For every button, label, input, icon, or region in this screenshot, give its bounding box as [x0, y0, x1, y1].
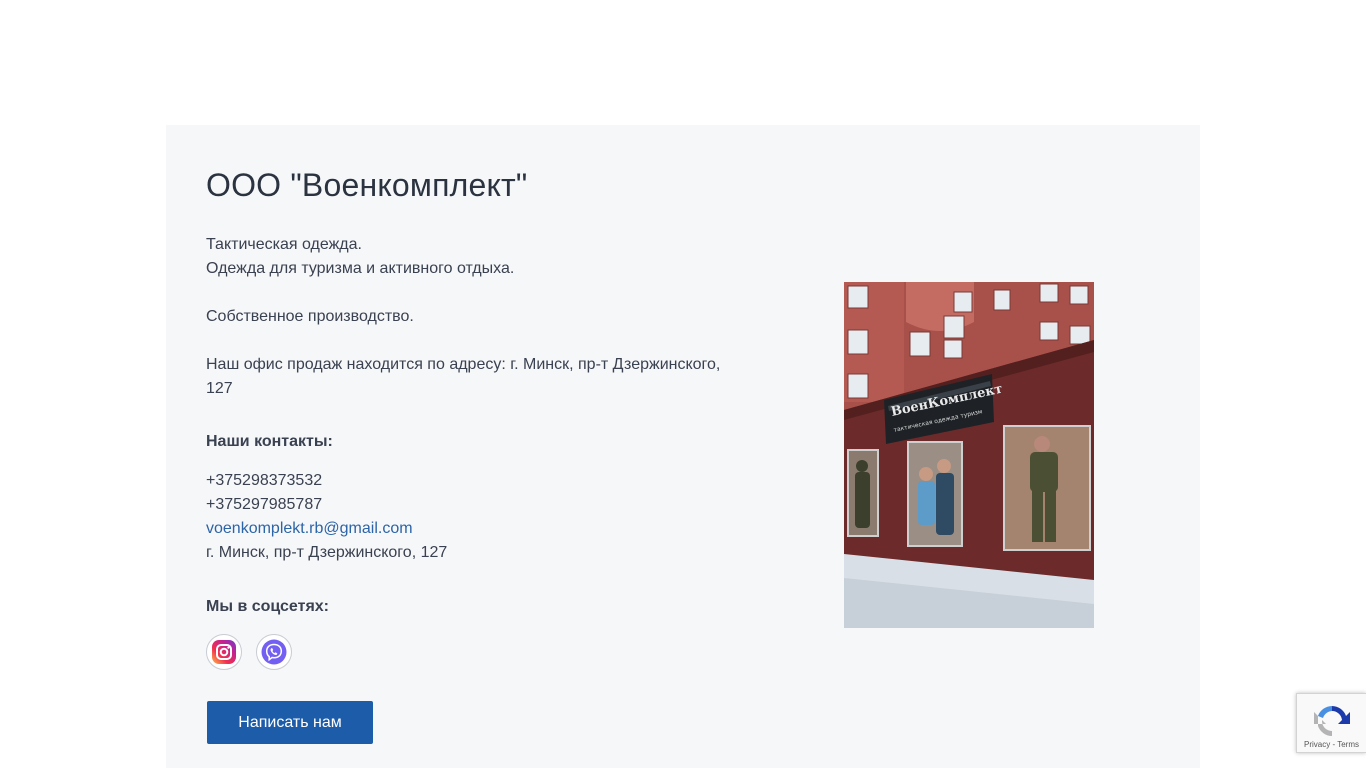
company-card: ООО "Военкомплект" Тактическая одежда. О…: [166, 125, 1200, 768]
instagram-icon: [212, 640, 236, 664]
description-line: [206, 281, 766, 305]
contact-address: г. Минск, пр-т Дзержинского, 127: [206, 544, 448, 561]
description-line: Одежда для туризма и активного отдыха.: [206, 260, 515, 277]
description-line: Наш офис продаж находится по адресу: г. …: [206, 356, 721, 373]
write-us-button[interactable]: Написать нам: [207, 701, 373, 744]
description-line: [206, 329, 766, 353]
recaptcha-icon: [1313, 706, 1350, 736]
recaptcha-badge[interactable]: Privacy - Terms: [1296, 693, 1366, 753]
recaptcha-links[interactable]: Privacy - Terms: [1304, 740, 1359, 752]
email-link[interactable]: voenkomplekt.rb@gmail.com: [206, 520, 413, 537]
viber-icon: [261, 639, 287, 665]
description-line: Собственное производство.: [206, 308, 414, 325]
store-photo: ВоенКомплект тактическая одежда туризм: [844, 282, 1094, 628]
instagram-link[interactable]: [206, 634, 242, 670]
social-heading: Мы в соцсетях:: [206, 598, 329, 615]
contacts-list: +375298373532 +375297985787 voenkomplekt…: [206, 469, 447, 565]
description-line: Тактическая одежда.: [206, 236, 362, 253]
phone-2[interactable]: +375297985787: [206, 493, 447, 517]
social-links: [206, 634, 292, 670]
description-line: 127: [206, 380, 233, 397]
phone-1[interactable]: +375298373532: [206, 469, 447, 493]
company-description: Тактическая одежда. Одежда для туризма и…: [206, 233, 766, 401]
company-title: ООО "Военкомплект": [206, 167, 528, 203]
contacts-heading: Наши контакты:: [206, 433, 333, 450]
viber-link[interactable]: [256, 634, 292, 670]
